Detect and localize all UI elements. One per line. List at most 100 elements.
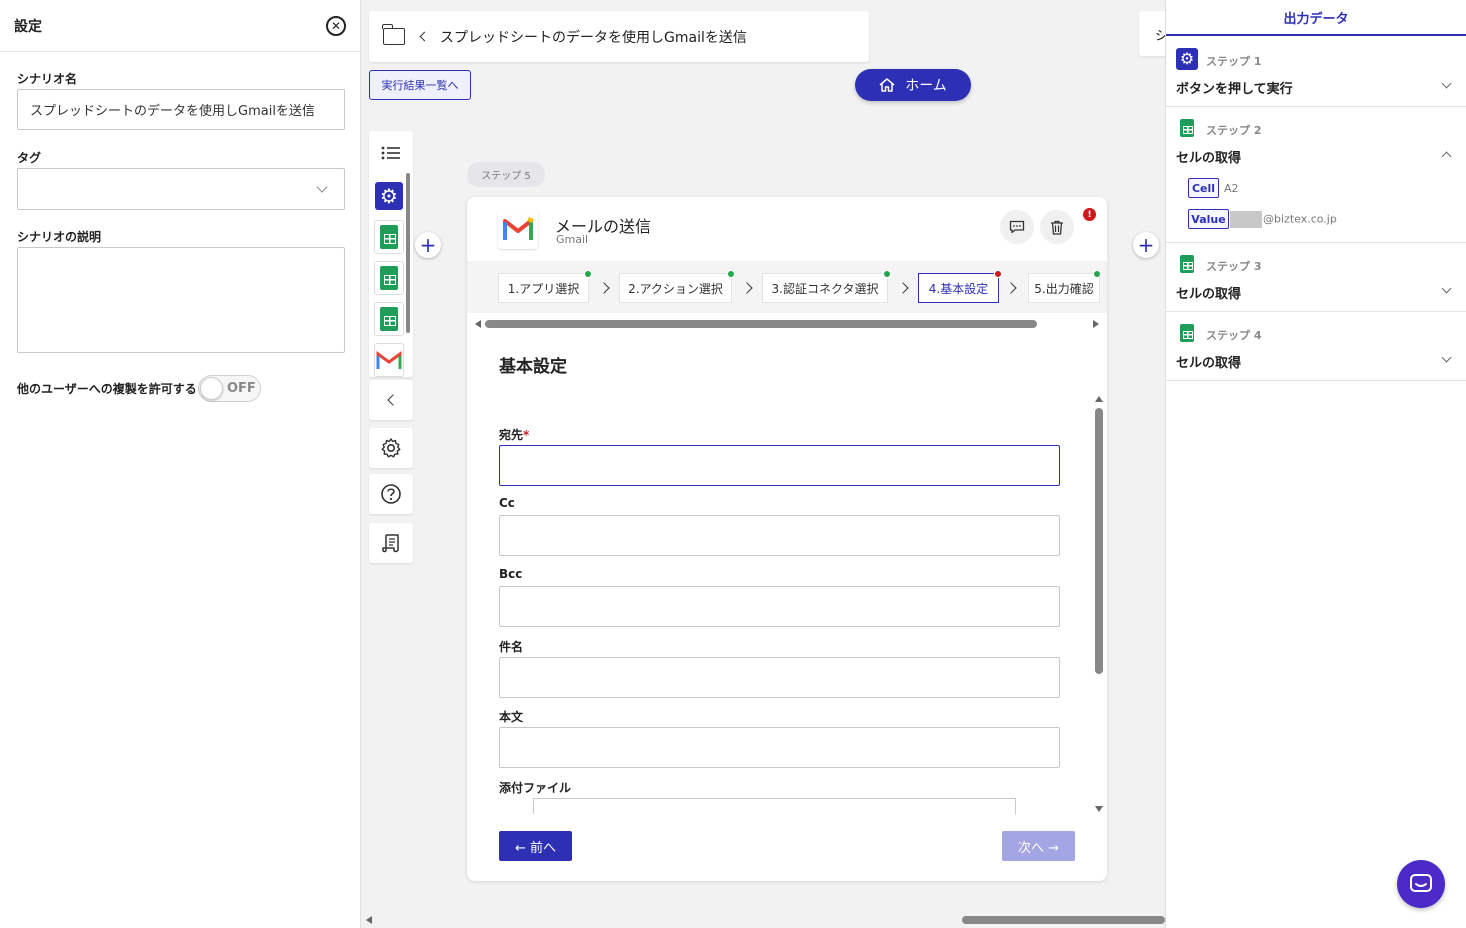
attachment-input[interactable] [533,798,1016,814]
chevron-down-icon [316,181,328,193]
scenario-title: スプレッドシートのデータを使用しGmailを送信 [440,29,747,46]
output-step-2[interactable]: ステップ 2 セルの取得 Cell A2 Value @biztex.co.jp [1166,107,1466,243]
output-step-1[interactable]: ⚙ ステップ 1 ボタンを押して実行 [1166,38,1466,107]
step-label: ステップ 5 [467,162,545,187]
gear-icon: ⚙ [1176,48,1198,70]
output-key-value[interactable]: Value [1188,209,1229,229]
to-input[interactable] [499,445,1060,486]
list-icon[interactable] [381,145,401,165]
step-4-sheets[interactable] [374,302,404,336]
status-dot [727,270,735,278]
output-step-name: セルの取得 [1176,151,1242,166]
folder-icon[interactable] [382,24,405,45]
step-2-sheets[interactable] [374,220,404,254]
step-3-sheets[interactable] [374,261,404,295]
output-step-3[interactable]: ステップ 3 セルの取得 [1166,243,1466,312]
comment-button[interactable] [1000,210,1034,244]
toggle-state: OFF [227,381,256,396]
description-label: シナリオの説明 [17,230,102,244]
canvas-scrollbar[interactable] [364,914,1165,926]
chevron-down-icon[interactable] [1441,78,1452,89]
section-title: 基本設定 [499,357,567,377]
chevron-down-icon[interactable] [1441,352,1452,363]
chat-icon [1410,874,1432,892]
output-step-name: セルの取得 [1176,287,1242,302]
step-5-gmail[interactable] [374,343,404,377]
output-key-cell[interactable]: Cell [1188,178,1219,198]
output-step-number: ステップ 3 [1206,260,1262,273]
output-value-value: @biztex.co.jp [1230,211,1337,228]
copy-permission-toggle[interactable]: OFF [198,375,261,402]
collapse-button[interactable] [369,380,413,420]
form-scrollbar[interactable] [1094,396,1104,812]
output-step-name: セルの取得 [1176,356,1242,371]
settings-title: 設定 [14,18,42,35]
help-button[interactable] [369,474,413,514]
add-step-left-button[interactable]: + [415,232,441,258]
subject-input[interactable] [499,657,1060,698]
chevron-down-icon[interactable] [1441,283,1452,294]
output-panel: 出力データ ⚙ ステップ 1 ボタンを押して実行 ステップ 2 セルの取得 Ce… [1165,0,1466,928]
home-label: ホーム [905,78,947,94]
bcc-input[interactable] [499,586,1060,627]
scroll-left-icon[interactable] [366,916,372,924]
output-title: 出力データ [1166,0,1466,36]
close-icon[interactable]: ✕ [326,15,346,36]
gear-icon [381,438,401,458]
sheets-icon [380,307,398,331]
tab-connector-select[interactable]: 3.認証コネクタ選択 [762,270,891,303]
prev-button[interactable]: ← 前へ [499,831,572,861]
step-icon [1176,253,1198,275]
tab-app-select[interactable]: 1.アプリ選択 [498,270,592,303]
chevron-left-icon[interactable] [419,31,430,42]
subject-label: 件名 [499,640,524,654]
scrollbar-thumb[interactable] [485,320,1037,328]
step-1-trigger[interactable]: ⚙ [374,179,404,213]
attachment-label: 添付ファイル [499,781,572,795]
scenario-name-label: シナリオ名 [17,72,78,86]
tag-select[interactable] [17,168,345,210]
status-dot [584,270,592,278]
step-icon: ⚙ [1176,48,1198,70]
tag-label: タグ [17,151,42,165]
scenario-name-input[interactable]: スプレッドシートのデータを使用しGmailを送信 [17,89,345,130]
step-list-scrollbar[interactable] [406,173,410,333]
help-icon [381,484,401,504]
description-textarea[interactable] [17,247,345,353]
step-app-name: Gmail [556,233,589,246]
output-step-4[interactable]: ステップ 4 セルの取得 [1166,312,1466,381]
home-button[interactable]: ホーム [855,69,971,101]
tab-action-select[interactable]: 2.アクション選択 [619,270,735,303]
script-icon [382,534,399,553]
cc-input[interactable] [499,515,1060,556]
scroll-right-icon[interactable] [1093,320,1099,328]
delete-button[interactable] [1040,210,1074,244]
tab-basic-settings[interactable]: 4.基本設定 [918,270,1002,303]
results-list-button[interactable]: 実行結果一覧へ [369,70,471,100]
scrollbar-thumb[interactable] [1095,408,1103,674]
body-input[interactable] [499,727,1060,768]
add-step-right-button[interactable]: + [1133,232,1159,258]
copy-permission-label: 他のユーザーへの複製を許可する [17,382,197,396]
tab-label: 5.出力確認 [1034,281,1094,296]
scrollbar-thumb[interactable] [962,916,1165,924]
tabs-scrollbar[interactable] [475,319,1099,329]
chevron-right-icon [897,282,909,294]
tab-label: 3.認証コネクタ選択 [771,281,879,296]
chevron-up-icon[interactable] [1441,151,1452,162]
sheets-icon [1180,255,1194,273]
scroll-down-icon[interactable] [1095,806,1103,812]
redacted-block [1230,211,1262,228]
next-button[interactable]: 次へ → [1002,831,1075,861]
scroll-left-icon[interactable] [475,320,481,328]
tab-output-check[interactable]: 5.出力確認 [1028,270,1101,303]
status-dot [1093,270,1101,278]
scroll-up-icon[interactable] [1095,396,1103,402]
log-button[interactable] [369,523,413,563]
chat-button[interactable] [1397,860,1445,908]
output-step-name: ボタンを押して実行 [1176,82,1293,97]
tab-label: 1.アプリ選択 [507,281,580,296]
step-tabs: 1.アプリ選択 2.アクション選択 3.認証コネクタ選択 4.基本設定 5.出力… [467,261,1107,313]
settings-header: 設定 ✕ [0,0,360,52]
settings-button[interactable] [369,428,413,468]
